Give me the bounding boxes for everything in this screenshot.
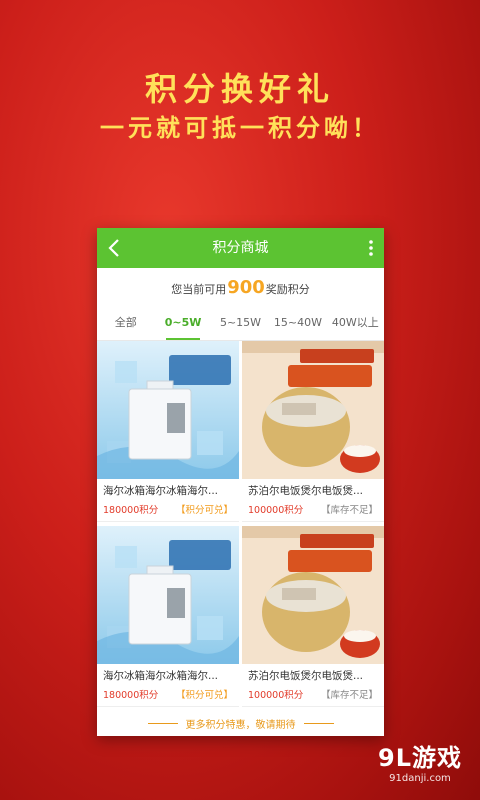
product-status: 【积分可兑】 <box>175 505 233 516</box>
brand-watermark: 9L游戏 91danji.com <box>378 738 462 784</box>
product-status: 【库存不足】 <box>320 690 378 701</box>
product-name: 海尔冰箱海尔冰箱海尔... <box>103 670 219 682</box>
points-value: 900 <box>227 277 265 298</box>
points-summary: 您当前可用900奖励积分 <box>97 268 384 306</box>
product-name: 海尔冰箱海尔冰箱海尔... <box>103 485 219 497</box>
tab-all[interactable]: 全部 <box>97 306 154 340</box>
tab-bar: 全部 0~5W 5~15W 15~40W 40W以上 <box>97 306 384 341</box>
product-price: 100000积分 <box>248 505 304 516</box>
product-card[interactable]: 苏泊尔电饭煲尔电饭煲... 100000积分 【库存不足】 <box>242 526 384 707</box>
app-title: 积分商城 <box>212 240 269 256</box>
tab-40w-plus[interactable]: 40W以上 <box>327 306 384 340</box>
footer-divider-right <box>303 722 334 724</box>
tab-0-5w[interactable]: 0~5W <box>154 306 211 340</box>
brand-url: 91danji.com <box>389 773 451 784</box>
product-price: 180000积分 <box>103 690 159 701</box>
product-image-rice-cooker <box>242 526 384 664</box>
points-suffix: 奖励积分 <box>265 283 310 296</box>
app-bar: 积分商城 <box>97 228 384 268</box>
product-image-fridge <box>97 341 239 479</box>
more-menu-icon[interactable] <box>366 238 376 258</box>
footer-divider-left <box>147 722 178 724</box>
product-card[interactable]: 海尔冰箱海尔冰箱海尔... 180000积分 【积分可兑】 <box>97 526 239 707</box>
product-price: 100000积分 <box>248 690 304 701</box>
app-screen: 积分商城 您当前可用900奖励积分 全部 0~5W 5~15W 15~40W 4… <box>97 228 384 736</box>
product-name: 苏泊尔电饭煲尔电饭煲... <box>248 670 364 682</box>
product-status: 【库存不足】 <box>320 505 378 516</box>
product-name: 苏泊尔电饭煲尔电饭煲... <box>248 485 364 497</box>
product-grid: 海尔冰箱海尔冰箱海尔... 180000积分 【积分可兑】 苏泊尔电饭煲尔电饭煲… <box>97 341 384 707</box>
points-prefix: 您当前可用 <box>171 283 227 296</box>
product-card[interactable]: 苏泊尔电饭煲尔电饭煲... 100000积分 【库存不足】 <box>242 341 384 522</box>
brand-logo: 9L游戏 <box>378 744 462 772</box>
promo-subtitle: 一元就可抵一积分呦！ <box>100 114 380 142</box>
tab-5-15w[interactable]: 5~15W <box>212 306 269 340</box>
product-image-rice-cooker <box>242 341 384 479</box>
footer-text: 更多积分特惠，敬请期待 <box>185 719 296 731</box>
product-status: 【积分可兑】 <box>175 690 233 701</box>
product-image-fridge <box>97 526 239 664</box>
more-offers-footer: 更多积分特惠，敬请期待 <box>97 710 384 736</box>
tab-15-40w[interactable]: 15~40W <box>269 306 326 340</box>
product-price: 180000积分 <box>103 505 159 516</box>
promo-title: 积分换好礼 <box>144 70 335 108</box>
product-card[interactable]: 海尔冰箱海尔冰箱海尔... 180000积分 【积分可兑】 <box>97 341 239 522</box>
